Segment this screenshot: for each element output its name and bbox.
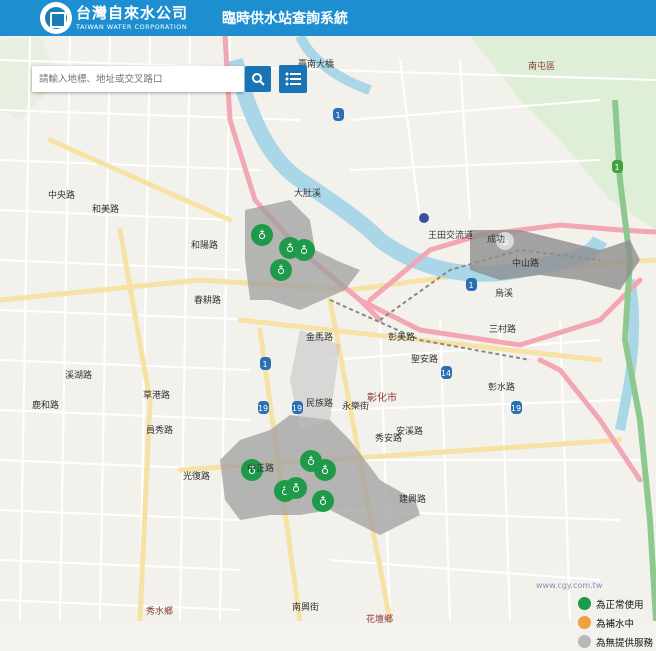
water-tap-icon	[578, 635, 591, 648]
svg-text:19: 19	[292, 404, 302, 413]
company-logo[interactable]: 台灣自來水公司 TAIWAN WATER CORPORATION	[40, 2, 188, 34]
place-label: 光復路	[183, 472, 211, 482]
place-label: 彰化市	[367, 393, 397, 404]
map-canvas[interactable]: ♁ ♁ ♁ ♁ ♁ ♁ ♁ ♁ ♁ ♁ ♁ 1 1 1 1 19 19 14 1…	[0, 36, 656, 649]
legend-unavailable: 為無提供服務	[578, 632, 653, 651]
svg-text:1: 1	[614, 163, 619, 172]
place-label: 南屯區	[528, 62, 556, 72]
place-label: 大肚溪	[294, 189, 322, 199]
place-label: 烏溪	[495, 289, 514, 299]
place-label: 中央路	[48, 191, 76, 201]
svg-text:♁: ♁	[307, 455, 315, 468]
place-label: 金馬路	[306, 333, 334, 343]
svg-text:♁: ♁	[258, 229, 266, 242]
svg-text:♁: ♁	[300, 244, 308, 257]
svg-text:♁: ♁	[277, 264, 285, 277]
watermark-text: www.cgy.com.tw	[536, 581, 603, 590]
svg-text:♁: ♁	[321, 464, 329, 477]
place-label: 草港路	[143, 391, 171, 401]
station-marker-normal[interactable]: ♁	[251, 224, 273, 246]
svg-text:♁: ♁	[292, 482, 300, 495]
search-box	[32, 66, 244, 92]
legend-normal-label: 為正常使用	[596, 599, 644, 611]
station-markers-layer: ♁ ♁ ♁ ♁ ♁ ♁ ♁ ♁ ♁ ♁ ♁ 1 1 1 1 19 19 14 1…	[241, 108, 623, 512]
place-label: 王田交流道	[428, 231, 474, 241]
svg-text:1: 1	[262, 360, 267, 369]
water-tap-icon	[578, 616, 591, 629]
station-marker-normal[interactable]: ♁	[285, 477, 307, 499]
svg-text:1: 1	[468, 281, 473, 290]
station-marker-normal[interactable]: ♁	[270, 259, 292, 281]
place-label: 鹿和路	[32, 401, 60, 411]
legend-unavailable-label: 為無提供服務	[596, 637, 654, 649]
place-label: 成功	[487, 235, 506, 245]
legend-refill-label: 為補水中	[596, 618, 635, 630]
svg-text:19: 19	[511, 404, 521, 413]
search-icon	[252, 73, 265, 86]
place-label: 聖安路	[411, 355, 439, 365]
place-label: 花壇鄉	[366, 615, 394, 625]
station-marker-normal[interactable]: ♁	[314, 459, 336, 481]
search-input[interactable]	[32, 66, 244, 92]
place-label: 中山路	[512, 259, 540, 269]
legend-refill: 為補水中	[578, 613, 653, 632]
legend-normal: 為正常使用	[578, 594, 653, 613]
water-tap-icon	[578, 597, 591, 610]
logo-chinese-name: 台灣自來水公司	[76, 3, 189, 22]
place-label: 和美路	[92, 205, 120, 215]
map-legend: 為正常使用 為補水中 為無提供服務	[578, 594, 653, 651]
place-label: 和陽路	[191, 241, 219, 251]
place-label: 永樂街	[342, 402, 370, 412]
search-button[interactable]	[245, 66, 271, 92]
water-logo-icon	[40, 2, 72, 34]
place-label: 彰水路	[488, 383, 516, 393]
app-header: 台灣自來水公司 TAIWAN WATER CORPORATION 臨時供水站查詢…	[0, 0, 656, 36]
place-label: 南興街	[292, 603, 320, 613]
place-label: 秀安路	[375, 434, 403, 444]
svg-text:14: 14	[441, 369, 451, 378]
place-label: 溪湖路	[65, 371, 93, 381]
list-icon	[285, 72, 301, 86]
station-list-button[interactable]	[279, 65, 307, 93]
svg-text:♁: ♁	[319, 495, 327, 508]
place-label: 秀水鄉	[146, 607, 174, 617]
place-label: 三村路	[489, 325, 517, 335]
logo-english-name: TAIWAN WATER CORPORATION	[76, 22, 188, 31]
svg-text:♁: ♁	[286, 242, 294, 255]
place-label: 員秀路	[146, 426, 174, 436]
place-label: 民族路	[306, 399, 334, 409]
place-label: 春耕路	[194, 296, 222, 306]
page-title: 臨時供水站查詢系統	[222, 11, 349, 27]
svg-text:1: 1	[335, 111, 340, 120]
place-label: 中正路	[247, 464, 275, 474]
place-label: 建興路	[399, 495, 427, 505]
place-label: 彰美路	[388, 333, 416, 343]
station-marker-normal[interactable]: ♁	[312, 490, 334, 512]
svg-text:19: 19	[258, 404, 268, 413]
station-marker-normal[interactable]: ♁	[293, 239, 315, 261]
